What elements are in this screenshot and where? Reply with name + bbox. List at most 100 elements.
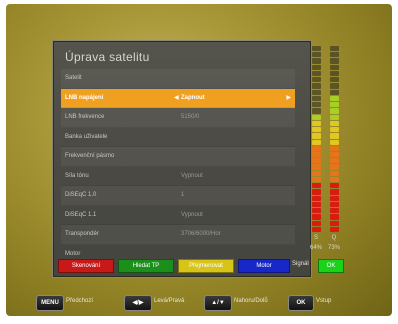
row-value: Vypnout — [181, 211, 203, 218]
meter-segment — [330, 77, 339, 83]
rename-button[interactable]: Přejmenovat — [178, 259, 234, 273]
meter-segment — [330, 83, 339, 89]
meter-segment — [330, 151, 339, 158]
scan-button[interactable]: Skenování — [58, 259, 114, 273]
meter-segment — [330, 108, 339, 114]
meter-segment — [312, 77, 321, 83]
signal-label: Signál — [292, 261, 309, 267]
meter-segment — [312, 108, 321, 114]
meter-segment — [312, 151, 321, 158]
meter-segment — [312, 120, 321, 127]
meter-segment — [312, 133, 321, 139]
meter-segment — [330, 102, 339, 108]
meter-segment — [330, 114, 339, 120]
meter-segment — [312, 201, 321, 208]
meter-segment — [330, 214, 339, 220]
meter-segment — [330, 189, 339, 195]
row-label: DiSEqC 1.0 — [65, 192, 97, 198]
meter-segment — [330, 139, 339, 145]
row-diseqc10[interactable]: DiSEqC 1.0 1 — [61, 186, 295, 206]
row-frequency-band[interactable]: Frekvenční pásmo — [61, 147, 295, 167]
meter-segment — [312, 176, 321, 183]
row-satellite[interactable]: Satelit — [61, 69, 295, 89]
settings-list: Satelit LNB napájení ◀ Zapnout ▶ LNB fre… — [61, 69, 295, 264]
meter-segment — [330, 46, 339, 52]
meter-segment — [312, 195, 321, 201]
row-transponder[interactable]: Transpondér 3706/6000/Hor — [61, 225, 295, 245]
meter-segment — [330, 95, 339, 102]
meter-segment — [312, 189, 321, 195]
meter-segment — [312, 52, 321, 58]
row-label: DiSEqC 1.1 — [65, 211, 97, 218]
row-lnb-power[interactable]: LNB napájení ◀ Zapnout ▶ — [61, 88, 295, 108]
meter-segment — [330, 226, 339, 233]
meter-segment — [330, 64, 339, 70]
row-label: Banka uživatele — [65, 133, 108, 140]
row-lnb-frequency[interactable]: LNB frekvence 5150/0 — [61, 108, 295, 128]
menu-key[interactable]: MENU — [36, 295, 64, 311]
row-user-bank[interactable]: Banka uživatele — [61, 128, 295, 147]
meter-segment — [330, 120, 339, 127]
row-label: LNB frekvence — [65, 114, 105, 120]
meter-segment — [312, 102, 321, 108]
strength-label: S — [313, 235, 318, 241]
meter-segment — [312, 83, 321, 89]
meter-segment — [330, 89, 339, 95]
page-title: Úprava satelitu — [65, 50, 150, 64]
row-label: Frekvenční pásmo — [65, 153, 115, 159]
arrow-left-icon[interactable]: ◀ — [174, 94, 179, 101]
meter-segment — [330, 164, 339, 170]
quality-label: Q — [331, 235, 337, 241]
key-hints-bar: MENU Předchozí ◀/▶ Levá/Pravá ▲/▼ Nahoru… — [6, 292, 392, 316]
row-value: 1 — [181, 192, 185, 198]
meter-segment — [312, 114, 321, 120]
meter-segment — [330, 158, 339, 164]
meter-segment — [330, 52, 339, 58]
row-value: Zapnout — [181, 94, 205, 101]
quality-value: 73% — [327, 245, 340, 251]
row-value: 5150/0 — [181, 114, 200, 120]
row-label: LNB napájení — [65, 94, 104, 101]
meter-segment — [312, 58, 321, 64]
meter-segment — [312, 95, 321, 102]
row-label: Transpondér — [65, 231, 99, 237]
meter-segment — [330, 127, 339, 133]
signal-quality-meter — [330, 46, 339, 233]
meter-segment — [312, 208, 321, 214]
meter-segment — [330, 133, 339, 139]
row-value: 3706/6000/Hor — [181, 231, 221, 237]
meter-segment — [312, 183, 321, 189]
meter-segment — [330, 70, 339, 77]
meter-segment — [312, 127, 321, 133]
tv-screen: Úprava satelitu Satelit LNB napájení ◀ Z… — [6, 4, 392, 316]
up-down-key[interactable]: ▲/▼ — [204, 295, 232, 311]
meter-segment — [312, 170, 321, 176]
strength-value: 64% — [309, 245, 322, 251]
meter-segment — [330, 58, 339, 64]
signal-status-badge: OK — [318, 259, 344, 273]
ok-key[interactable]: OK — [288, 295, 314, 311]
meter-segment — [312, 46, 321, 52]
row-value: Vypnout — [181, 172, 203, 179]
left-right-key[interactable]: ◀/▶ — [124, 295, 152, 311]
arrow-right-icon[interactable]: ▶ — [286, 94, 291, 101]
meter-segment — [312, 158, 321, 164]
row-label: Satelit — [65, 75, 82, 81]
satellite-edit-panel: Úprava satelitu Satelit LNB napájení ◀ Z… — [52, 40, 312, 278]
ok-key-desc: Vstup — [316, 298, 332, 304]
motor-button[interactable]: Motor — [238, 259, 290, 273]
meter-segment — [312, 145, 321, 151]
row-tone[interactable]: Síla tónu Vypnout — [61, 167, 295, 186]
row-label: Síla tónu — [65, 172, 89, 179]
meter-segment — [330, 195, 339, 201]
meter-segment — [312, 139, 321, 145]
meter-segment — [330, 220, 339, 226]
meter-segment — [312, 220, 321, 226]
row-diseqc11[interactable]: DiSEqC 1.1 Vypnout — [61, 206, 295, 225]
left-right-key-desc: Levá/Pravá — [154, 298, 185, 304]
meter-segment — [330, 201, 339, 208]
meter-segment — [312, 64, 321, 70]
up-down-key-desc: Nahoru/Dolů — [234, 298, 268, 304]
search-tp-button[interactable]: Hledat TP — [118, 259, 174, 273]
menu-key-desc: Předchozí — [66, 298, 94, 304]
